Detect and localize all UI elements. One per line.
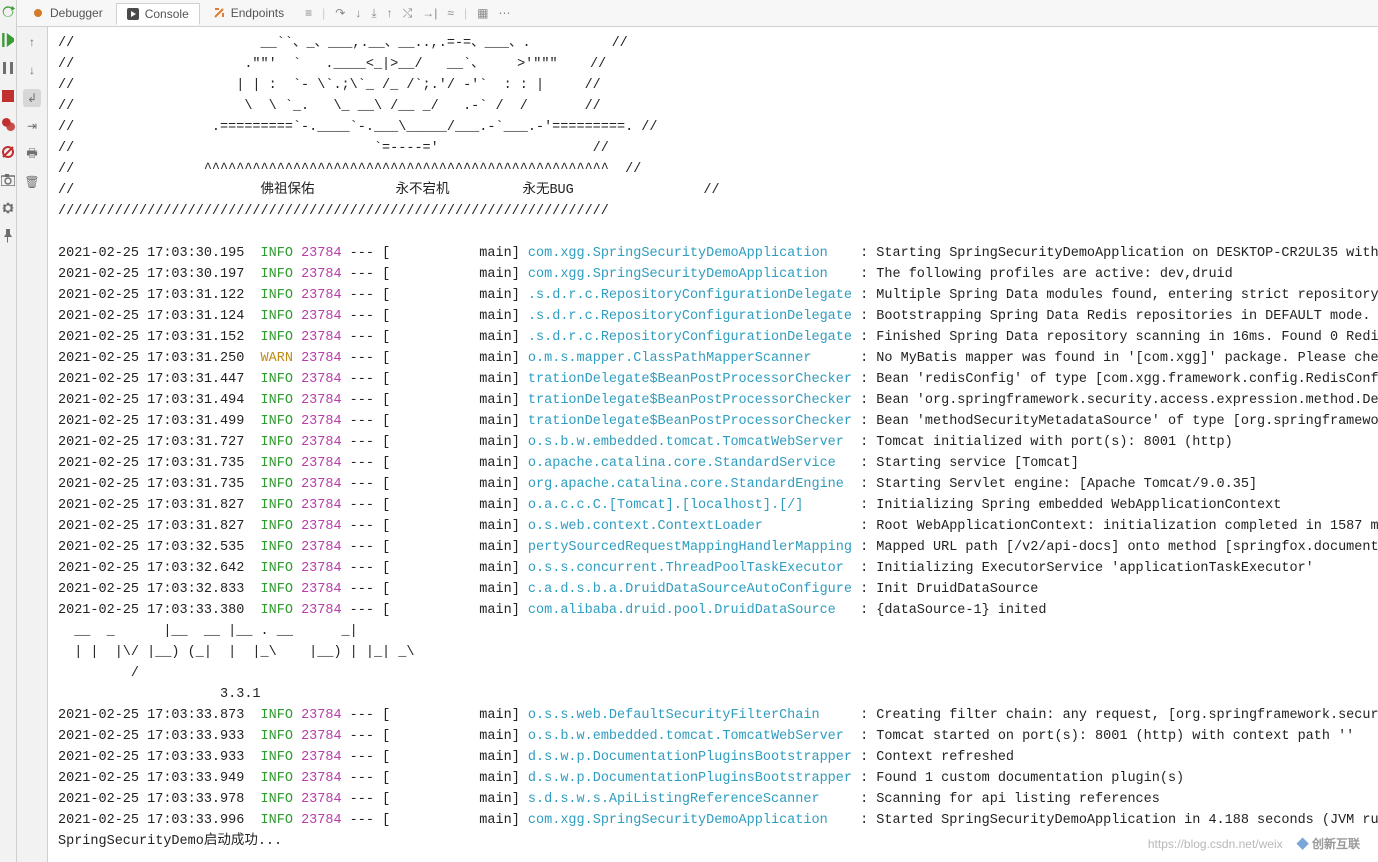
endpoints-icon	[213, 7, 225, 19]
bug-icon	[32, 7, 44, 19]
mute-breakpoints-icon[interactable]	[0, 144, 16, 160]
pin-icon[interactable]	[0, 228, 16, 244]
stop-icon[interactable]	[0, 88, 16, 104]
run-to-cursor-icon[interactable]: →|	[422, 6, 437, 20]
clear-icon[interactable]: 🗑	[23, 173, 41, 191]
drop-frame-icon[interactable]: ⤭	[403, 6, 413, 21]
scroll-to-end-icon[interactable]: ⇥	[23, 117, 41, 135]
grid-icon[interactable]: ▦	[477, 6, 488, 20]
tab-debugger[interactable]: Debugger	[21, 2, 114, 24]
scroll-up-icon[interactable]: ↑	[23, 33, 41, 51]
console-gutter: ↑ ↓ ↲ ⇥ 🖶 🗑	[17, 27, 48, 862]
step-over-icon[interactable]: ↷	[335, 6, 345, 20]
tab-console[interactable]: Console	[116, 3, 200, 25]
more-icon[interactable]: ⋯	[498, 6, 510, 20]
pause-icon[interactable]	[0, 60, 16, 76]
camera-icon[interactable]	[0, 172, 16, 188]
scroll-down-icon[interactable]: ↓	[23, 61, 41, 79]
layout-icon[interactable]: ≡	[305, 6, 312, 20]
console-output[interactable]: // __``、_、___,.__、__..,.=-=、___、. // // …	[48, 27, 1378, 862]
play-icon	[127, 8, 139, 20]
print-icon[interactable]: 🖶	[23, 145, 41, 163]
rerun-icon[interactable]	[0, 4, 16, 20]
tab-label: Endpoints	[231, 6, 284, 20]
debug-tabbar: Debugger Console Endpoints ≡ | ↷ ↓ ⤓ ↑ ⤭…	[17, 0, 1378, 27]
run-tool-gutter	[0, 0, 17, 862]
soft-wrap-icon[interactable]: ↲	[23, 89, 41, 107]
tab-endpoints[interactable]: Endpoints	[202, 2, 295, 24]
console-toolbar: ≡ | ↷ ↓ ⤓ ↑ ⤭ →| ≈ | ▦ ⋯	[305, 6, 510, 21]
evaluate-icon[interactable]: ≈	[447, 6, 454, 20]
breakpoints-icon[interactable]	[0, 116, 16, 132]
tab-label: Console	[145, 7, 189, 21]
resume-icon[interactable]	[0, 32, 16, 48]
settings-icon[interactable]	[0, 200, 16, 216]
tab-label: Debugger	[50, 6, 103, 20]
step-into-icon[interactable]: ↓	[355, 6, 361, 20]
step-out-icon[interactable]: ↑	[387, 6, 393, 20]
force-step-into-icon[interactable]: ⤓	[371, 6, 376, 21]
